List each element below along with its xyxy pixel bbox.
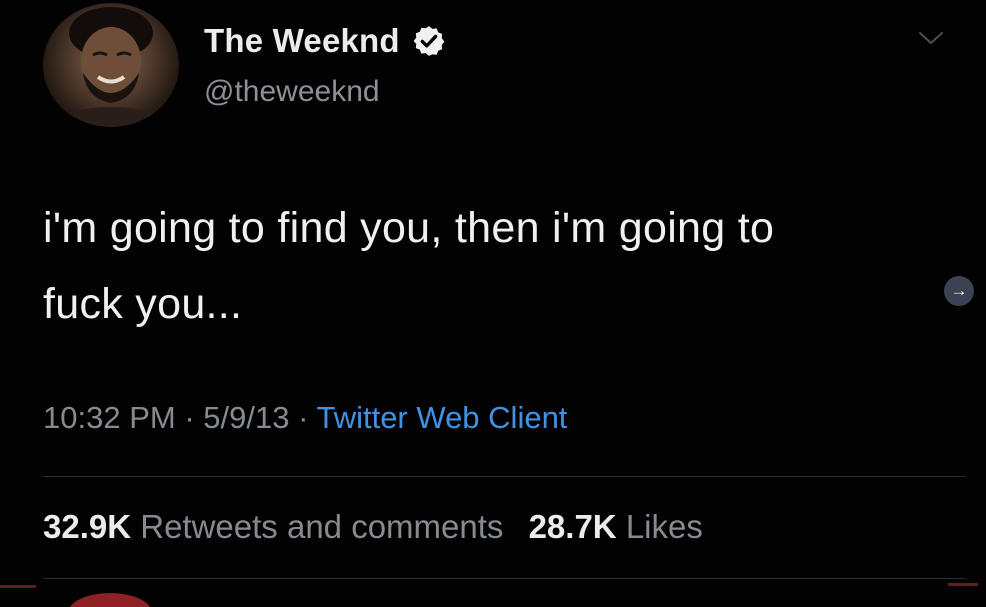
tweet-text-line-1: i'm going to find you, then i'm going to bbox=[43, 204, 775, 252]
tweet-date[interactable]: 5/9/13 bbox=[203, 400, 289, 435]
handle[interactable]: @theweeknd bbox=[204, 75, 380, 109]
arrow-glyph: → bbox=[950, 281, 968, 300]
meta-separator: · bbox=[289, 400, 317, 435]
display-name[interactable]: The Weeknd bbox=[204, 22, 400, 60]
avatar[interactable] bbox=[43, 3, 179, 127]
tweet-card: The Weeknd @theweeknd i'm going to find … bbox=[0, 0, 986, 607]
tweet-stats: 32.9K Retweets and comments 28.7K Likes bbox=[43, 508, 703, 546]
retweets-stat[interactable]: 32.9K Retweets and comments bbox=[43, 508, 503, 545]
retweets-count: 32.9K bbox=[43, 508, 132, 545]
edge-mark bbox=[948, 583, 978, 586]
author-row: The Weeknd bbox=[204, 22, 446, 60]
tweet-time[interactable]: 10:32 PM bbox=[43, 400, 176, 435]
meta-separator: · bbox=[175, 400, 204, 435]
reply-avatar[interactable] bbox=[68, 593, 152, 607]
tweet-meta: 10:32 PM · 5/9/13 · Twitter Web Client bbox=[43, 400, 567, 436]
divider bbox=[43, 476, 966, 477]
tweet-client-link[interactable]: Twitter Web Client bbox=[316, 400, 567, 435]
tweet-text: i'm going to find you, then i'm going to… bbox=[43, 190, 943, 342]
tweet-text-line-2: fuck you... bbox=[43, 280, 243, 328]
likes-label: Likes bbox=[625, 508, 703, 545]
retweets-label: Retweets and comments bbox=[140, 508, 504, 545]
edge-mark bbox=[0, 585, 36, 588]
chevron-down-icon[interactable] bbox=[916, 28, 946, 48]
likes-count: 28.7K bbox=[528, 508, 617, 545]
arrow-right-icon[interactable]: → bbox=[944, 276, 974, 306]
likes-stat[interactable]: 28.7K Likes bbox=[529, 508, 703, 545]
avatar-photo bbox=[53, 7, 169, 127]
divider bbox=[43, 578, 966, 579]
verified-badge-icon bbox=[413, 26, 445, 56]
